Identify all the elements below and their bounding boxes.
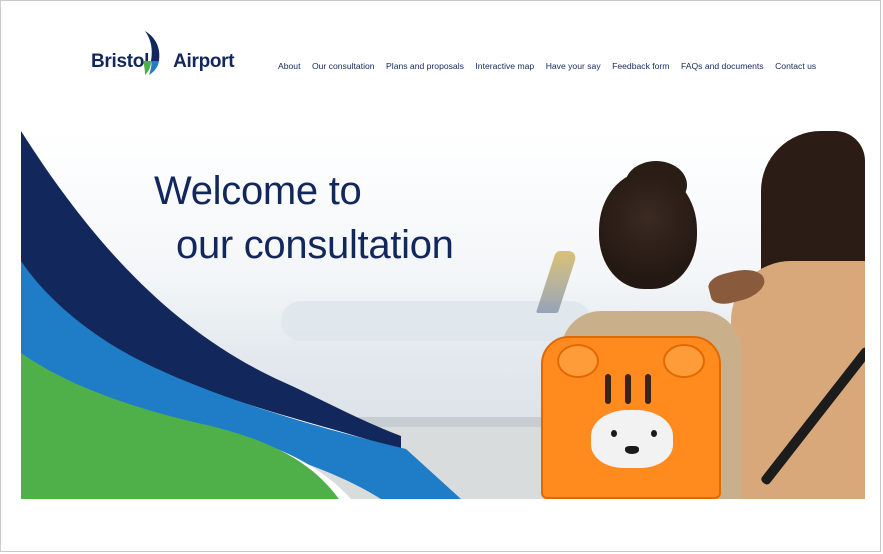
nav-faqs-and-documents[interactable]: FAQs and documents <box>681 61 764 71</box>
nav-interactive-map[interactable]: Interactive map <box>475 61 534 71</box>
nav-our-consultation[interactable]: Our consultation <box>312 61 375 71</box>
logo-text-airport: Airport <box>173 51 235 72</box>
main-nav: About Our consultation Plans and proposa… <box>278 61 828 71</box>
nav-contact-us[interactable]: Contact us <box>775 61 816 71</box>
brand-swoosh-graphic <box>21 131 461 499</box>
hero-title-line-1: Welcome to <box>154 169 362 213</box>
hero-banner: Welcome to our consultation <box>21 131 865 499</box>
nav-plans-and-proposals[interactable]: Plans and proposals <box>386 61 464 71</box>
hero-title-line-2: our consultation <box>176 223 454 267</box>
bird-tail-logo-icon <box>143 31 160 75</box>
nav-about[interactable]: About <box>278 61 300 71</box>
page-frame: Bristol Airport About Our consultation Pl… <box>0 0 881 552</box>
nav-feedback-form[interactable]: Feedback form <box>612 61 669 71</box>
site-header: Bristol Airport About Our consultation Pl… <box>1 1 880 121</box>
nav-have-your-say[interactable]: Have your say <box>546 61 601 71</box>
